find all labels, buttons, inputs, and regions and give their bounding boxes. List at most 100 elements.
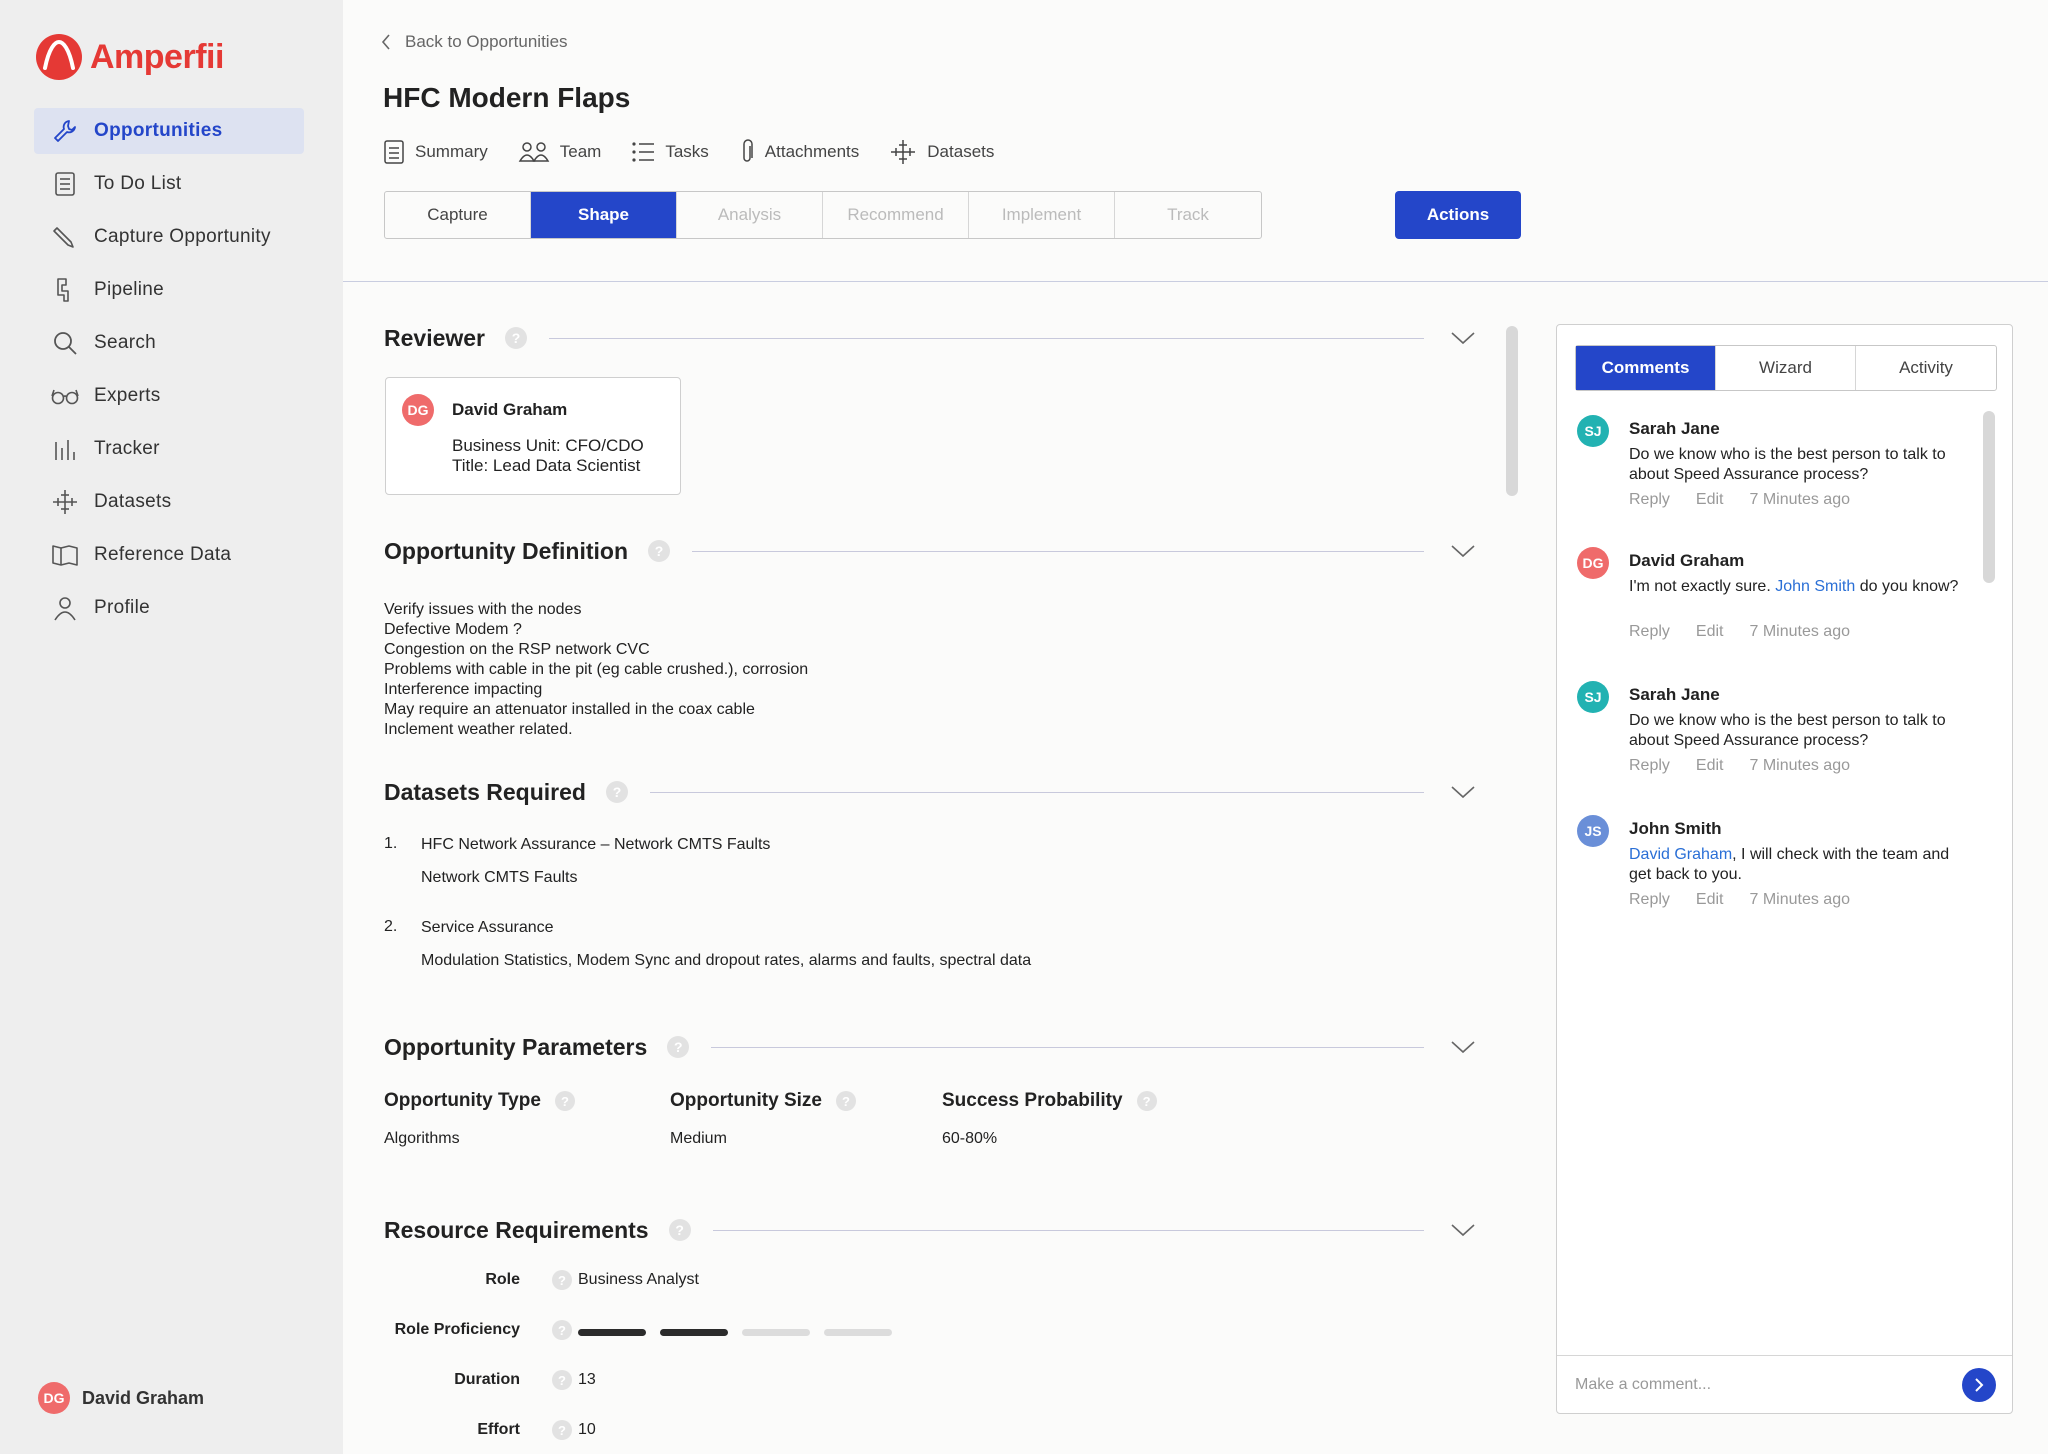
- comments-scrollbar[interactable]: [1983, 411, 1995, 583]
- datasets-icon: [891, 140, 916, 164]
- help-icon[interactable]: ?: [554, 1091, 575, 1111]
- dataset-title: Service Assurance: [421, 919, 554, 936]
- sidebar-item-opportunities[interactable]: Opportunities: [34, 108, 304, 154]
- reply-link[interactable]: Reply: [1629, 891, 1670, 909]
- resource-value: 13: [578, 1371, 596, 1388]
- sidebar-item-experts[interactable]: Experts: [34, 373, 304, 419]
- tab-datasets[interactable]: Datasets: [889, 138, 994, 166]
- chevron-right-icon: [1975, 1378, 1984, 1392]
- current-user[interactable]: DG David Graham: [38, 1382, 204, 1414]
- stage-capture[interactable]: Capture: [385, 192, 531, 238]
- help-icon[interactable]: ?: [836, 1091, 856, 1111]
- bar-chart-icon: [50, 434, 80, 464]
- sidebar-item-label: Tracker: [94, 438, 160, 459]
- reviewer-card[interactable]: DG David Graham Business Unit: CFO/CDO T…: [385, 377, 681, 495]
- resources-section: Resource Requirements ? Role ? Business …: [384, 1215, 1484, 1454]
- team-icon: [518, 142, 550, 162]
- chevron-down-icon[interactable]: [1450, 779, 1476, 805]
- page-header: Back to Opportunities HFC Modern Flaps S…: [343, 0, 2048, 282]
- list-icon: [632, 142, 655, 162]
- comment-input[interactable]: [1575, 1370, 1935, 1400]
- dataset-subtitle: Network CMTS Faults: [421, 869, 578, 886]
- stage-shape[interactable]: Shape: [531, 192, 677, 238]
- sidebar-item-todo[interactable]: To Do List: [34, 161, 304, 207]
- dataset-title: HFC Network Assurance – Network CMTS Fau…: [421, 836, 771, 853]
- sidebar-item-tracker[interactable]: Tracker: [34, 426, 304, 472]
- edit-link[interactable]: Edit: [1696, 623, 1724, 641]
- section-title: Datasets Required: [384, 778, 586, 805]
- actions-button[interactable]: Actions: [1395, 191, 1521, 239]
- section-title: Opportunity Parameters: [384, 1033, 648, 1060]
- tab-label: Tasks: [665, 142, 709, 161]
- param-label: Opportunity Size: [670, 1090, 822, 1111]
- stage-recommend[interactable]: Recommend: [823, 192, 969, 238]
- sidebar-item-search[interactable]: Search: [34, 320, 304, 366]
- help-icon[interactable]: ?: [605, 781, 628, 803]
- list-number: 2.: [384, 918, 398, 935]
- comment-composer: [1557, 1355, 2012, 1413]
- document-icon: [384, 140, 404, 164]
- param-value: 60-80%: [942, 1130, 998, 1147]
- help-icon[interactable]: ?: [667, 1036, 690, 1058]
- tab-team[interactable]: Team: [518, 138, 601, 166]
- edit-link[interactable]: Edit: [1696, 757, 1724, 775]
- comment-author: Sarah Jane: [1629, 685, 1720, 704]
- chevron-down-icon[interactable]: [1450, 1034, 1476, 1060]
- sidebar-item-pipeline[interactable]: Pipeline: [34, 267, 304, 313]
- reply-link[interactable]: Reply: [1629, 757, 1670, 775]
- app-logo[interactable]: Amperfii: [36, 34, 224, 80]
- comment-meta: Reply Edit 7 Minutes ago: [1629, 491, 1876, 509]
- comment-time: 7 Minutes ago: [1749, 891, 1850, 908]
- help-icon[interactable]: ?: [668, 1219, 691, 1241]
- help-icon[interactable]: ?: [552, 1320, 572, 1340]
- reply-link[interactable]: Reply: [1629, 491, 1670, 509]
- edit-link[interactable]: Edit: [1696, 891, 1724, 909]
- sidebar-item-profile[interactable]: Profile: [34, 585, 304, 631]
- comment-text-part: do you know?: [1855, 578, 1959, 595]
- chevron-down-icon[interactable]: [1450, 325, 1476, 351]
- help-icon[interactable]: ?: [552, 1420, 572, 1440]
- sidebar-item-datasets[interactable]: Datasets: [34, 479, 304, 525]
- mention-link[interactable]: John Smith: [1775, 578, 1855, 595]
- tab-label: Summary: [415, 142, 488, 161]
- section-title: Opportunity Definition: [384, 537, 629, 564]
- tab-tasks[interactable]: Tasks: [631, 138, 709, 166]
- main-scrollbar[interactable]: [1506, 326, 1518, 496]
- divider: [649, 791, 1424, 793]
- resource-row-role: Role ? Business Analyst: [384, 1270, 1484, 1321]
- help-icon[interactable]: ?: [552, 1270, 572, 1290]
- comment-time: 7 Minutes ago: [1749, 491, 1850, 508]
- sidebar-item-label: Search: [94, 332, 157, 353]
- help-icon[interactable]: ?: [505, 327, 528, 349]
- edit-link[interactable]: Edit: [1696, 491, 1724, 509]
- back-link[interactable]: Back to Opportunities: [381, 32, 568, 52]
- mention-link[interactable]: David Graham: [1629, 846, 1732, 863]
- help-icon[interactable]: ?: [648, 540, 671, 562]
- tab-summary[interactable]: Summary: [383, 138, 488, 166]
- comment-text: David Graham, I will check with the team…: [1629, 845, 1959, 885]
- tab-activity[interactable]: Activity: [1856, 346, 1996, 390]
- help-icon[interactable]: ?: [1136, 1091, 1157, 1111]
- reviewer-name: David Graham: [452, 400, 568, 419]
- resource-row-effort: Effort ? 10: [384, 1420, 1484, 1454]
- stage-track[interactable]: Track: [1115, 192, 1261, 238]
- tab-attachments[interactable]: Attachments: [739, 138, 859, 166]
- avatar: SJ: [1577, 415, 1609, 447]
- sidebar-item-reference-data[interactable]: Reference Data: [34, 532, 304, 578]
- sidebar-item-capture-opportunity[interactable]: Capture Opportunity: [34, 214, 304, 260]
- comment-meta: Reply Edit 7 Minutes ago: [1629, 757, 1876, 775]
- detail-tabs: Summary Team Tasks Attachments Datasets: [383, 138, 1024, 166]
- send-button[interactable]: [1962, 1368, 1996, 1402]
- chevron-down-icon[interactable]: [1450, 538, 1476, 564]
- chevron-down-icon[interactable]: [1450, 1217, 1476, 1243]
- stage-implement[interactable]: Implement: [969, 192, 1115, 238]
- stage-analysis[interactable]: Analysis: [677, 192, 823, 238]
- tab-comments[interactable]: Comments: [1576, 346, 1716, 390]
- reply-link[interactable]: Reply: [1629, 623, 1670, 641]
- pipeline-icon: [50, 275, 80, 305]
- proficiency-segment: [660, 1329, 728, 1336]
- section-title: Reviewer: [384, 324, 486, 351]
- param-label: Success Probability: [942, 1090, 1123, 1111]
- tab-wizard[interactable]: Wizard: [1716, 346, 1856, 390]
- help-icon[interactable]: ?: [552, 1370, 572, 1390]
